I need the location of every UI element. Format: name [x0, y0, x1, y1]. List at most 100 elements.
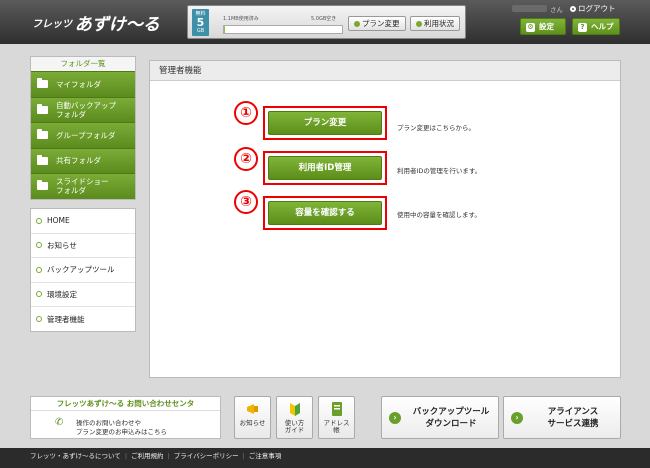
step-number-2: ②	[234, 147, 258, 171]
folder-icon	[37, 180, 48, 191]
logo-small-text: フレッツ	[32, 19, 72, 30]
folder-label: グループフォルダ	[56, 130, 116, 140]
contact-center-panel[interactable]: フレッツあずけ〜る お問い合わせセンタ ✆ 操作のお問い合わせや プラン変更のお…	[30, 396, 221, 439]
footer-links-bar: フレッツ・あずけ〜るについて | ご利用規約 | プライバシーポリシー | ご注意事項	[0, 448, 650, 468]
nav-item-settings[interactable]: 環境設定	[31, 283, 135, 307]
gear-icon: ⚙	[526, 23, 535, 32]
usage-status-label: 利用状況	[424, 19, 454, 28]
user-id-management-button[interactable]: 利用者ID管理	[268, 156, 382, 180]
chevron-right-icon: ›	[389, 412, 401, 424]
beginner-mark-icon	[289, 403, 300, 416]
main-panel: 管理者機能 ① プラン変更 プラン変更はこちらから。 ② 利用者ID管理 利用者…	[149, 60, 621, 378]
highlight-box-3: 容量を確認する	[263, 196, 387, 230]
chevron-right-icon: ›	[511, 412, 523, 424]
bullet-icon	[36, 242, 42, 249]
backup-tool-download-button[interactable]: › バックアップツール ダウンロード	[381, 396, 499, 439]
quota-used-text: 1.1MB使用済み	[223, 16, 259, 22]
plan-badge: 無料 5 GB	[192, 9, 209, 36]
quota-progress-fill	[224, 26, 226, 33]
help-label: ヘルプ	[591, 22, 614, 31]
nav-label: お知らせ	[47, 240, 77, 250]
step-number-3: ③	[234, 190, 258, 214]
folder-list-panel: フォルダ一覧 マイフォルダ 自動バックアップ フォルダ グループフォルダ 共有フ…	[30, 56, 136, 200]
logo-large-text: あずけ〜る	[74, 15, 160, 35]
check-capacity-button[interactable]: 容量を確認する	[268, 201, 382, 225]
nav-item-news[interactable]: お知らせ	[31, 234, 135, 258]
alliance-service-button[interactable]: › アライアンス サービス連携	[503, 396, 621, 439]
question-icon: ?	[578, 23, 587, 32]
folder-label: マイフォルダ	[56, 79, 101, 89]
news-tile-label: お知らせ	[239, 419, 266, 427]
footer-link-notes[interactable]: ご注意事項	[249, 452, 282, 460]
separator: |	[124, 452, 128, 460]
user-id-management-description: 利用者IDの管理を行います。	[397, 167, 482, 175]
news-tile[interactable]: お知らせ	[234, 396, 271, 439]
footer-link-terms[interactable]: ご利用規約	[131, 452, 164, 460]
folder-icon	[37, 103, 48, 114]
folder-icon	[37, 154, 48, 165]
nav-item-home[interactable]: HOME	[31, 209, 135, 234]
bullet-icon	[354, 21, 360, 27]
quota-panel: 無料 5 GB 1.1MB使用済み 5.0GB空き プラン変更 利用状況	[187, 5, 466, 39]
megaphone-icon	[246, 404, 258, 414]
logout-label: ログアウト	[578, 4, 616, 13]
separator: |	[167, 452, 170, 460]
address-book-icon	[331, 402, 342, 416]
guide-tile[interactable]: 使い方 ガイド	[276, 396, 313, 439]
plan-change-action-button[interactable]: プラン変更	[268, 111, 382, 135]
plan-change-button[interactable]: プラン変更	[348, 16, 406, 31]
nav-item-backup-tool[interactable]: バックアップツール	[31, 258, 135, 283]
plan-change-label: プラン変更	[362, 19, 400, 28]
footer-link-about[interactable]: フレッツ・あずけ〜るについて	[30, 452, 121, 460]
folder-list-title: フォルダ一覧	[31, 57, 135, 71]
address-book-tile-label: アドレス 帳	[323, 419, 350, 434]
folder-label: 共有フォルダ	[56, 156, 101, 166]
plan-change-description: プラン変更はこちらから。	[397, 124, 475, 132]
nav-panel: HOME お知らせ バックアップツール 環境設定 管理者機能	[30, 208, 136, 332]
phone-icon: ✆	[55, 417, 64, 428]
header: フレッツ あずけ〜る 無料 5 GB 1.1MB使用済み 5.0GB空き プラン…	[0, 0, 650, 44]
guide-tile-label: 使い方 ガイド	[284, 419, 305, 434]
alliance-service-label: アライアンス サービス連携	[547, 407, 599, 429]
footer-link-privacy[interactable]: プライバシーポリシー	[174, 452, 239, 460]
highlight-box-2: 利用者ID管理	[263, 151, 387, 185]
usage-status-button[interactable]: 利用状況	[410, 16, 460, 31]
settings-button[interactable]: ⚙ 設定	[520, 18, 566, 35]
contact-center-title: フレッツあずけ〜る お問い合わせセンタ	[31, 397, 220, 411]
folder-item-my[interactable]: マイフォルダ	[31, 71, 135, 97]
username-redacted	[512, 5, 547, 12]
backup-tool-download-label: バックアップツール ダウンロード	[412, 407, 490, 429]
contact-line-2: プラン変更のお申込みはこちら	[76, 428, 167, 436]
nav-label: バックアップツール	[47, 265, 115, 275]
bullet-icon	[36, 217, 42, 224]
folder-item-shared[interactable]: 共有フォルダ	[31, 147, 135, 173]
bullet-icon	[36, 291, 42, 298]
help-button[interactable]: ? ヘルプ	[572, 18, 620, 35]
folder-label: スライドショー フォルダ	[56, 177, 109, 196]
nav-item-admin[interactable]: 管理者機能	[31, 307, 135, 332]
check-capacity-description: 使用中の容量を確認します。	[397, 211, 481, 219]
plan-badge-size: 5	[196, 16, 205, 29]
quota-progress-bar	[223, 25, 343, 34]
nav-label: HOME	[47, 216, 70, 226]
logout-link[interactable]: ログアウト	[570, 3, 616, 14]
nav-label: 環境設定	[47, 289, 77, 299]
folder-item-slideshow[interactable]: スライドショー フォルダ	[31, 173, 135, 199]
page-title: 管理者機能	[150, 61, 620, 81]
highlight-box-1: プラン変更	[263, 106, 387, 140]
folder-icon	[37, 129, 48, 140]
app-logo[interactable]: フレッツ あずけ〜る	[32, 10, 160, 35]
folder-icon	[37, 78, 48, 89]
nav-label: 管理者機能	[47, 314, 85, 324]
bullet-icon	[36, 266, 42, 273]
settings-label: 設定	[539, 22, 554, 31]
step-number-1: ①	[234, 101, 258, 125]
folder-item-group[interactable]: グループフォルダ	[31, 122, 135, 148]
folder-item-auto-backup[interactable]: 自動バックアップ フォルダ	[31, 96, 135, 122]
bullet-icon	[416, 21, 422, 27]
separator: |	[242, 452, 245, 460]
address-book-tile[interactable]: アドレス 帳	[318, 396, 355, 439]
folder-label: 自動バックアップ フォルダ	[56, 100, 116, 119]
username-suffix: さん	[550, 6, 563, 14]
logout-icon	[570, 6, 576, 12]
